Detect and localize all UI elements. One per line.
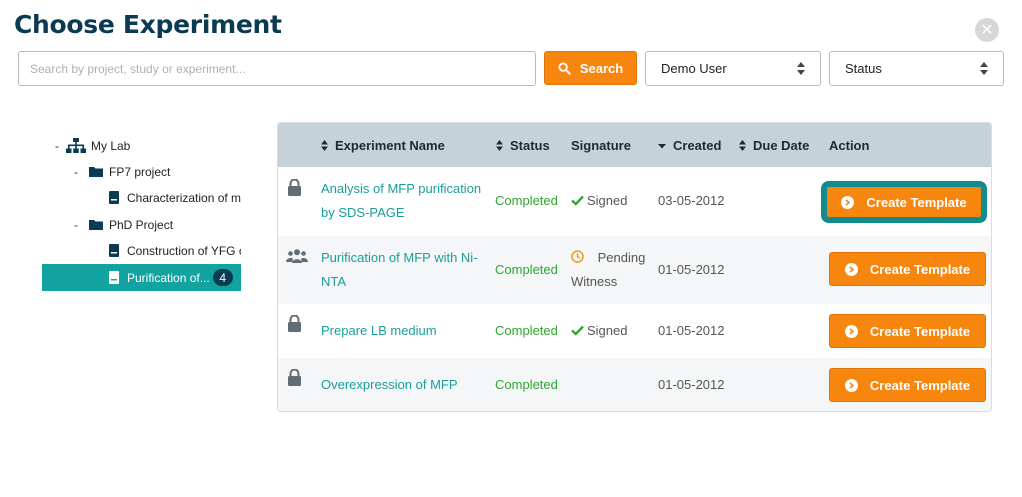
- signature-cell: Signed: [571, 193, 627, 208]
- created-date: 01-05-2012: [658, 262, 725, 277]
- create-template-button[interactable]: Create Template: [829, 314, 986, 348]
- table-row: Analysis of MFP purification by SDS-PAGE…: [278, 167, 991, 236]
- check-icon: [571, 325, 584, 336]
- lock-icon: [288, 315, 301, 332]
- table-row: Overexpression of MFP Completed 01-05-20…: [278, 358, 991, 411]
- experiment-name-link[interactable]: Prepare LB medium: [321, 319, 491, 343]
- page-title: Choose Experiment: [14, 10, 282, 39]
- sort-desc-icon: [658, 143, 666, 148]
- tree-label: PhD Project: [109, 217, 174, 232]
- experiment-table: Experiment Name Status Signature Created…: [277, 122, 992, 412]
- table-row: Purification of MFP with Ni-NTA Complete…: [278, 236, 991, 304]
- count-badge: 4: [212, 269, 233, 286]
- check-icon: [571, 195, 584, 206]
- sort-icon: [321, 139, 328, 151]
- sitemap-icon: [66, 138, 86, 153]
- column-header-status[interactable]: Status: [496, 123, 550, 167]
- search-button[interactable]: Search: [544, 51, 637, 85]
- updown-icon: [980, 62, 988, 75]
- tree-label: Purification of...: [127, 270, 210, 285]
- sort-icon: [496, 139, 503, 151]
- status-text: Completed: [495, 262, 558, 277]
- table-header: Experiment Name Status Signature Created…: [278, 123, 991, 167]
- signature-cell: Signed: [571, 323, 627, 338]
- notebook-icon: [109, 191, 119, 204]
- close-icon[interactable]: ✕: [975, 18, 999, 42]
- experiment-name-link[interactable]: Analysis of MFP purification by SDS-PAGE: [321, 177, 491, 225]
- status-text: Completed: [495, 377, 558, 392]
- search-input[interactable]: [18, 51, 536, 86]
- experiment-name-link[interactable]: Purification of MFP with Ni-NTA: [321, 246, 491, 294]
- tree-node-experiment-selected[interactable]: Purification of... 4: [42, 264, 241, 291]
- chevron-right-icon: [841, 195, 855, 209]
- updown-icon: [797, 62, 805, 75]
- create-template-button[interactable]: Create Template: [829, 252, 986, 286]
- collapse-toggle[interactable]: -: [55, 139, 59, 153]
- collapse-toggle[interactable]: -: [74, 218, 78, 232]
- status-text: Completed: [495, 323, 558, 338]
- status-select[interactable]: Status: [829, 51, 1004, 86]
- status-select-value: Status: [845, 61, 882, 76]
- column-header-name[interactable]: Experiment Name: [321, 123, 445, 167]
- create-template-button[interactable]: Create Template: [829, 368, 986, 402]
- table-row: Prepare LB medium Completed Signed 01-05…: [278, 304, 991, 358]
- search-icon: [558, 61, 571, 75]
- create-template-button[interactable]: Create Template: [826, 186, 982, 218]
- sort-icon: [739, 139, 746, 151]
- created-date: 01-05-2012: [658, 323, 725, 338]
- lock-icon: [288, 179, 301, 196]
- folder-icon: [89, 220, 103, 230]
- created-date: 01-05-2012: [658, 377, 725, 392]
- search-button-label: Search: [579, 60, 624, 76]
- column-header-created[interactable]: Created: [658, 123, 721, 167]
- created-date: 03-05-2012: [658, 193, 725, 208]
- signature-cell: Pending Witness: [571, 250, 646, 289]
- tree-label: Construction of YFG c: [127, 243, 241, 258]
- lock-icon: [288, 369, 301, 386]
- tree-label: Characterization of m: [127, 190, 241, 205]
- notebook-icon: [109, 244, 119, 257]
- chevron-right-icon: [844, 324, 858, 338]
- column-header-due-date[interactable]: Due Date: [739, 123, 809, 167]
- column-header-action: Action: [829, 137, 870, 153]
- tree-label: FP7 project: [109, 164, 171, 179]
- notebook-icon: [109, 271, 119, 284]
- collapse-toggle[interactable]: -: [74, 165, 78, 179]
- user-select-value: Demo User: [661, 61, 727, 76]
- chevron-right-icon: [844, 378, 858, 392]
- folder-icon: [89, 167, 103, 177]
- status-text: Completed: [495, 193, 558, 208]
- clock-icon: [571, 250, 584, 263]
- experiment-name-link[interactable]: Overexpression of MFP: [321, 373, 491, 397]
- column-header-signature: Signature: [571, 137, 631, 153]
- chevron-right-icon: [844, 262, 858, 276]
- tree-label: My Lab: [91, 138, 131, 153]
- users-icon: [286, 249, 308, 263]
- user-select[interactable]: Demo User: [645, 51, 821, 86]
